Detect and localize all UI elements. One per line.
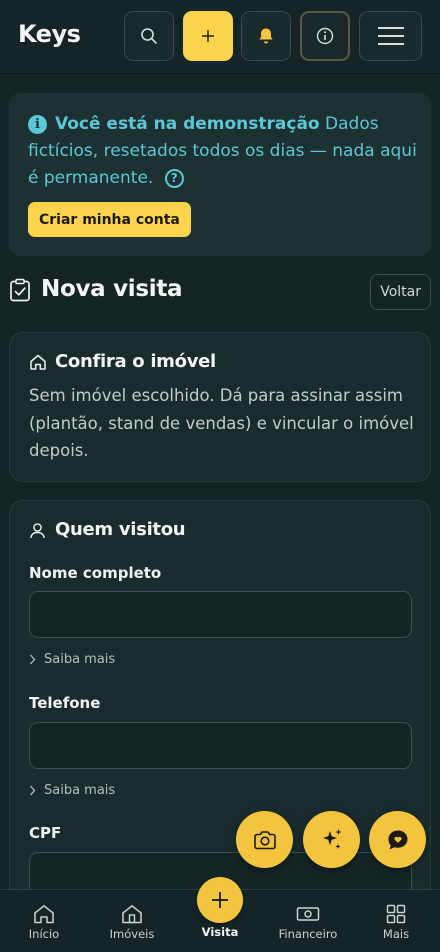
phone-more-link[interactable]: Saiba mais (29, 783, 115, 798)
cpf-label: CPF (29, 824, 62, 842)
phone-label: Telefone (29, 694, 101, 712)
nav-label-home: Início (28, 927, 60, 941)
plus-icon (202, 30, 214, 42)
help-icon[interactable]: ? (164, 169, 184, 188)
home-icon (34, 905, 54, 924)
visitor-card: Quem visitou Nome completo Saiba mais Te… (9, 500, 431, 920)
full-name-label: Nome completo (29, 564, 162, 582)
full-name-more-label: Saiba mais (44, 652, 116, 667)
chat-button[interactable] (369, 811, 426, 868)
back-button[interactable]: Voltar (370, 274, 431, 310)
search-button[interactable] (124, 11, 174, 61)
search-icon (141, 28, 157, 44)
add-button[interactable] (183, 11, 233, 61)
create-account-button[interactable]: Criar minha conta (28, 202, 191, 237)
info-icon: i (28, 115, 47, 134)
top-header: Keys (0, 0, 440, 74)
bell-icon (259, 28, 273, 44)
nav-item-home[interactable]: Início (14, 890, 74, 952)
demo-banner-text: i Você está na demonstração Dados fictíci… (28, 111, 418, 192)
page-title: Nova visita (41, 276, 183, 302)
home-icon (30, 354, 46, 370)
nav-item-more[interactable]: Mais (366, 890, 426, 952)
phone-input[interactable] (29, 722, 412, 769)
menu-icon (377, 27, 404, 45)
user-icon (30, 523, 45, 539)
visitor-card-title: Quem visitou (55, 519, 186, 540)
plus-icon (212, 892, 228, 908)
info-button[interactable] (300, 11, 350, 61)
full-name-more-link[interactable]: Saiba mais (29, 652, 115, 667)
phone-more-label: Saiba mais (44, 783, 116, 798)
building-icon (122, 905, 142, 924)
demo-banner-title: Você está na demonstração (55, 114, 320, 134)
info-icon (316, 27, 334, 45)
nav-label-properties: Imóveis (109, 927, 155, 941)
property-card-body: Sem imóvel escolhido. Dá para assinar as… (29, 386, 414, 460)
nav-label-finance: Financeiro (278, 927, 338, 941)
notifications-button[interactable] (241, 11, 291, 61)
menu-button[interactable] (359, 11, 422, 61)
cash-icon (296, 907, 320, 921)
app-logo[interactable]: Keys (18, 20, 81, 48)
full-name-input[interactable] (29, 591, 412, 638)
chevron-right-icon (30, 654, 36, 665)
demo-banner: i Você está na demonstração Dados fictíci… (9, 93, 431, 256)
nav-label-more: Mais (382, 927, 410, 941)
chevron-right-icon (30, 785, 36, 796)
page-title-row: Nova visita Voltar (9, 274, 431, 310)
clipboard-check-icon (10, 278, 30, 302)
property-card: Confira o imóvel Sem imóvel escolhido. D… (9, 332, 431, 482)
nav-item-visit[interactable] (197, 877, 243, 923)
chat-icon (388, 830, 407, 849)
ai-assist-button[interactable] (303, 811, 360, 868)
grid-icon (386, 904, 406, 924)
sparkles-icon (322, 828, 341, 849)
nav-item-properties[interactable]: Imóveis (102, 890, 162, 952)
nav-label-visit: Visita (201, 925, 239, 939)
property-card-title: Confira o imóvel (55, 351, 216, 372)
camera-button[interactable] (236, 811, 293, 868)
nav-item-finance[interactable]: Financeiro (273, 890, 343, 952)
camera-icon (253, 830, 276, 849)
